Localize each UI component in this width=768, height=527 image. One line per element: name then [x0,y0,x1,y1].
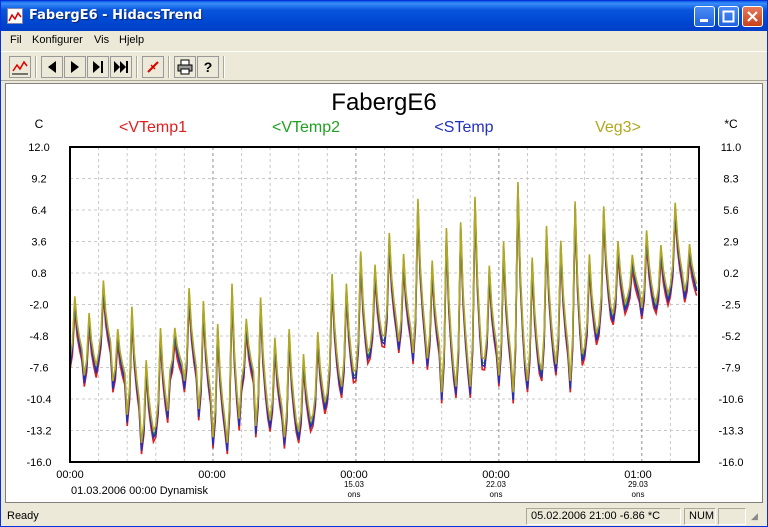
y-tick-label-right: -13.3 [718,426,743,438]
x-tick-time: 00:00 [56,469,84,481]
menu-vis[interactable]: Vis [94,34,109,46]
y-tick-label-right: 2.9 [723,237,738,249]
y-tick-label-left: 12.0 [28,142,49,154]
y-tick-label-right: 5.6 [723,205,738,217]
chart-grid [70,147,699,462]
y-tick-label-right: -10.6 [718,394,743,406]
toolbar-separator [223,56,225,78]
cursor-icon[interactable] [142,56,164,78]
y-tick-label-right: 11.0 [721,142,742,154]
num-lock-indicator: NUM [684,508,716,525]
cursor-readout: 05.02.2006 21:00 -6.86 *C [526,508,681,525]
first-icon[interactable] [41,56,63,78]
chart-series [69,181,698,455]
x-axis-subtitle: 01.03.2006 00:00 Dynamisk [71,485,208,497]
y-tick-label-left: -2.0 [30,300,49,312]
toolbar: ? [1,51,767,81]
y-tick-label-left: -4.8 [30,331,49,343]
status-bar: Ready 05.02.2006 21:00 -6.86 *C NUM ◢ [1,506,767,526]
y-tick-label-right: 0.2 [723,268,738,280]
toolbar-separator [35,56,37,78]
chart-title: FabergE6 [331,89,436,116]
menu-konfigurer[interactable]: Konfigurer [32,34,83,46]
y-tick-label-right: -5.2 [722,331,741,343]
x-tick-date: 15.03 [344,480,365,489]
y-tick-label-right: 8.3 [723,174,738,186]
status-ready: Ready [7,510,39,522]
y-tick-label-left: 6.4 [31,205,46,217]
legend-veg3: Veg3> [595,119,641,136]
y-tick-label-left: 3.6 [31,237,46,249]
print-icon[interactable] [174,56,196,78]
x-tick-day: ons [348,490,361,499]
app-icon [7,8,23,24]
trend-graph-icon[interactable] [9,56,31,78]
play-icon[interactable] [64,56,86,78]
menu-hjelp[interactable]: Hjelp [119,34,144,46]
svg-text:?: ? [204,59,213,75]
series-line-3 [69,181,698,443]
y-tick-label-right: -2.5 [722,300,741,312]
left-axis-unit: C [35,117,44,131]
minimize-button[interactable] [694,6,715,27]
resize-grip-icon[interactable]: ◢ [751,511,758,522]
x-tick-time: 00:00 [198,469,226,481]
menu-bar: Fil Konfigurer Vis Hjelp [1,31,767,50]
x-tick-date: 22.03 [486,480,507,489]
left-axis: 12.0 9.2 6.4 3.6 0.8 -2.0 -4.8 -7.6 -10.4 -13.2 -1… [26,142,51,469]
right-axis-unit: *C [724,117,738,131]
status-panel-empty [718,508,746,525]
x-tick-day: ons [632,490,645,499]
legend-stemp: <STemp [434,119,493,136]
y-tick-label-left: -10.4 [26,394,51,406]
y-tick-label-left: -13.2 [26,426,51,438]
right-axis: 11.0 8.3 5.6 2.9 0.2 -2.5 -5.2 -7.9 -10.6 -13.3 -1… [718,142,743,469]
last-icon[interactable] [110,56,132,78]
y-tick-label-left: 9.2 [31,174,46,186]
x-tick-day: ons [490,490,503,499]
y-tick-label-left: -7.6 [30,363,49,375]
maximize-button[interactable] [718,6,739,27]
help-icon[interactable]: ? [197,56,219,78]
trend-chart: FabergE6 C *C <VTemp1 <VTemp2 <STemp Veg… [26,89,743,499]
x-tick-date: 29.03 [628,480,649,489]
legend-vtemp1: <VTemp1 [119,119,187,136]
legend-vtemp2: <VTemp2 [272,119,340,136]
title-bar[interactable]: FabergE6 - HidacsTrend [1,1,767,31]
y-tick-label-right: -16.0 [718,457,743,469]
y-tick-label-left: -16.0 [26,457,51,469]
step-end-icon[interactable] [87,56,109,78]
y-tick-label-right: -7.9 [722,363,741,375]
y-tick-label-left: 0.8 [31,268,46,280]
window-title: FabergE6 - HidacsTrend [29,8,203,23]
chart-area[interactable]: FabergE6 C *C <VTemp1 <VTemp2 <STemp Veg… [5,83,763,503]
close-button[interactable] [742,6,763,27]
app-window: FabergE6 - HidacsTrend Fil Konfigurer Vi… [0,0,768,527]
toolbar-separator [136,56,138,78]
toolbar-separator [168,56,170,78]
menu-fil[interactable]: Fil [10,34,22,46]
